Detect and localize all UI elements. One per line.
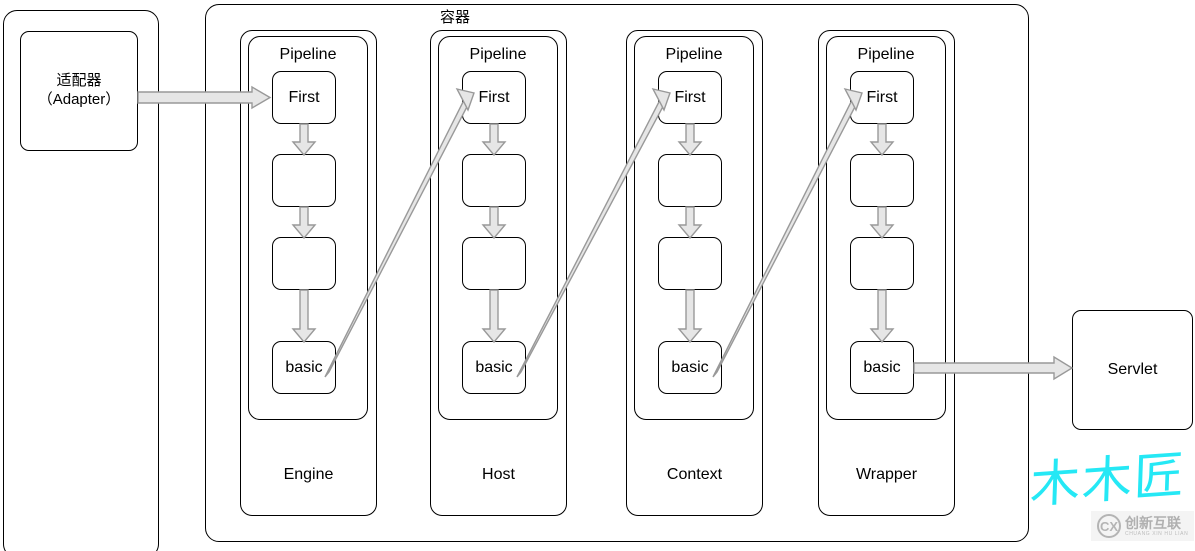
node-first-wrapper[interactable]: First [850,71,914,124]
node-valve3-engine[interactable] [272,237,336,290]
node-basic-context[interactable]: basic [658,341,722,394]
adapter-box[interactable]: 适配器 （Adapter） [20,31,138,151]
logo-mark-icon: CX [1097,514,1121,538]
diagram-canvas: 适配器 （Adapter） 容器 Pipeline First basic En… [0,0,1195,551]
servlet-box[interactable]: Servlet [1072,310,1193,430]
logo-main-text: 创新互联 [1125,514,1181,531]
pipeline-title-engine: Pipeline [279,46,337,63]
tier-label-host: Host [482,466,515,483]
logo-sub-text: CHUANG XIN HU LIAN [1125,530,1189,537]
node-valve2-engine[interactable] [272,154,336,207]
pipeline-title-wrapper: Pipeline [857,46,915,63]
node-valve3-wrapper[interactable] [850,237,914,290]
tier-label-wrapper: Wrapper [855,466,918,483]
handwritten-watermark: 木木匠 [1029,445,1187,515]
node-first-context[interactable]: First [658,71,722,124]
site-logo-watermark: CX 创新互联 CHUANG XIN HU LIAN [1091,511,1195,541]
adapter-label-line1: 适配器 [56,72,102,90]
node-basic-host[interactable]: basic [462,341,526,394]
node-valve3-host[interactable] [462,237,526,290]
node-valve2-context[interactable] [658,154,722,207]
node-valve2-host[interactable] [462,154,526,207]
node-valve2-wrapper[interactable] [850,154,914,207]
adapter-label-line2: （Adapter） [37,91,121,108]
node-basic-engine[interactable]: basic [272,341,336,394]
tier-label-engine: Engine [283,466,334,483]
pipeline-title-host: Pipeline [469,46,527,63]
node-first-engine[interactable]: First [272,71,336,124]
container-title: 容器 [439,9,470,26]
pipeline-title-context: Pipeline [665,46,723,63]
node-first-host[interactable]: First [462,71,526,124]
node-basic-wrapper[interactable]: basic [850,341,914,394]
tier-label-context: Context [666,466,723,483]
node-valve3-context[interactable] [658,237,722,290]
